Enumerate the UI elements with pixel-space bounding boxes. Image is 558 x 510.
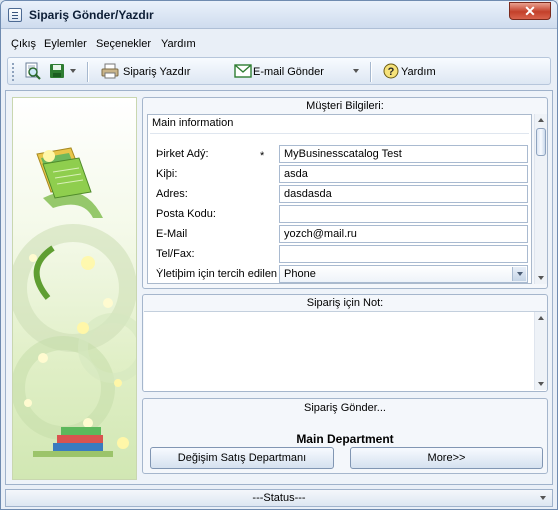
main-information-section: Main information Þirket Adý: * MyBusines… — [147, 114, 532, 284]
window-menu-icon[interactable] — [8, 8, 22, 22]
toolbar: Sipariş Yazdır E-mail Gönder ? Yardım — [7, 57, 551, 85]
print-preview-icon — [24, 62, 42, 83]
main-information-title: Main information — [152, 117, 234, 129]
customer-info-title: Müşteri Bilgileri: — [306, 100, 384, 112]
postal-code-label: Posta Kodu: — [156, 208, 216, 220]
print-order-label: Sipariş Yazdır — [123, 66, 191, 78]
address-field[interactable]: dasdasda — [279, 185, 528, 203]
contact-person-field[interactable]: asda — [279, 165, 528, 183]
contact-person-label: Kiþi: — [156, 168, 178, 180]
department-name: Main Department — [296, 432, 394, 446]
customer-scrollbar[interactable] — [534, 114, 547, 284]
email-field[interactable]: yozch@mail.ru — [279, 225, 528, 243]
send-email-button[interactable]: E-mail Gönder — [234, 62, 324, 82]
decorative-art-panel — [12, 97, 137, 480]
scroll-up-icon[interactable] — [538, 316, 544, 320]
help-label: Yardım — [401, 66, 436, 78]
close-button[interactable]: ✕ — [509, 2, 551, 20]
svg-text:?: ? — [388, 66, 395, 78]
preferred-contact-value: Phone — [284, 268, 316, 280]
scroll-down-icon[interactable] — [538, 276, 544, 280]
address-label: Adres: — [156, 188, 188, 200]
company-name-field[interactable]: MyBusinesscatalog Test — [279, 145, 528, 163]
toolbar-grip[interactable] — [12, 63, 15, 81]
status-bar: ---Status--- — [5, 489, 553, 507]
postal-code-field[interactable] — [279, 205, 528, 223]
menu-bar: Çıkış Eylemler Seçenekler Yardım — [1, 35, 557, 53]
preferred-contact-select[interactable]: Phone — [279, 265, 528, 283]
change-department-button[interactable]: Değişim Satış Departmanı — [150, 447, 334, 469]
preferred-contact-label: Ýletiþim için tercih edilen Yol — [156, 268, 281, 280]
folder-cd-illustration — [13, 147, 136, 457]
envelope-icon — [234, 63, 252, 81]
print-order-button[interactable]: Sipariş Yazdır — [101, 62, 190, 82]
order-note-group: Sipariş için Not: — [142, 294, 548, 392]
phone-fax-label: Tel/Fax: — [156, 248, 195, 260]
title-bar: Sipariş Gönder/Yazdır ✕ — [1, 1, 557, 29]
scroll-down-icon[interactable] — [538, 382, 544, 386]
save-dropdown-arrow[interactable] — [70, 69, 76, 73]
toolbar-separator — [370, 62, 371, 82]
send-email-label: E-mail Gönder — [253, 66, 324, 78]
more-button[interactable]: More>> — [350, 447, 543, 469]
help-button[interactable]: ? Yardım — [383, 62, 436, 82]
required-marker: * — [260, 150, 265, 162]
printer-icon — [101, 63, 119, 82]
send-order-group: Sipariş Gönder... Main Department Değişi… — [142, 398, 548, 474]
scroll-thumb[interactable] — [536, 128, 546, 156]
status-text: ---Status--- — [252, 492, 306, 504]
save-icon — [49, 63, 65, 82]
scroll-up-icon[interactable] — [538, 118, 544, 122]
menu-eylemler[interactable]: Eylemler — [44, 38, 87, 50]
menu-yardim[interactable]: Yardım — [161, 38, 196, 50]
chevron-down-icon[interactable] — [512, 267, 526, 281]
email-label: E-Mail — [156, 228, 188, 240]
status-dropdown-icon[interactable] — [536, 492, 550, 504]
order-window: Sipariş Gönder/Yazdır ✕ Çıkış Eylemler S… — [0, 0, 558, 510]
send-order-title: Sipariş Gönder... — [304, 402, 386, 414]
print-preview-button[interactable] — [24, 62, 42, 82]
menu-secenekler[interactable]: Seçenekler — [96, 38, 151, 50]
save-button[interactable] — [49, 62, 65, 82]
note-scrollbar[interactable] — [534, 312, 547, 390]
window-title: Sipariş Gönder/Yazdır — [29, 8, 154, 22]
order-note-textarea[interactable] — [144, 311, 546, 391]
section-divider — [150, 133, 529, 134]
phone-fax-field[interactable] — [279, 245, 528, 263]
customer-info-group: Müşteri Bilgileri: Main information Þirk… — [142, 97, 548, 289]
toolbar-separator — [87, 62, 88, 82]
help-icon: ? — [383, 63, 399, 82]
menu-cikis[interactable]: Çıkış — [11, 38, 36, 50]
content-area: Müşteri Bilgileri: Main information Þirk… — [5, 90, 553, 485]
email-dropdown-arrow[interactable] — [353, 69, 359, 73]
order-note-title: Sipariş için Not: — [306, 297, 384, 309]
